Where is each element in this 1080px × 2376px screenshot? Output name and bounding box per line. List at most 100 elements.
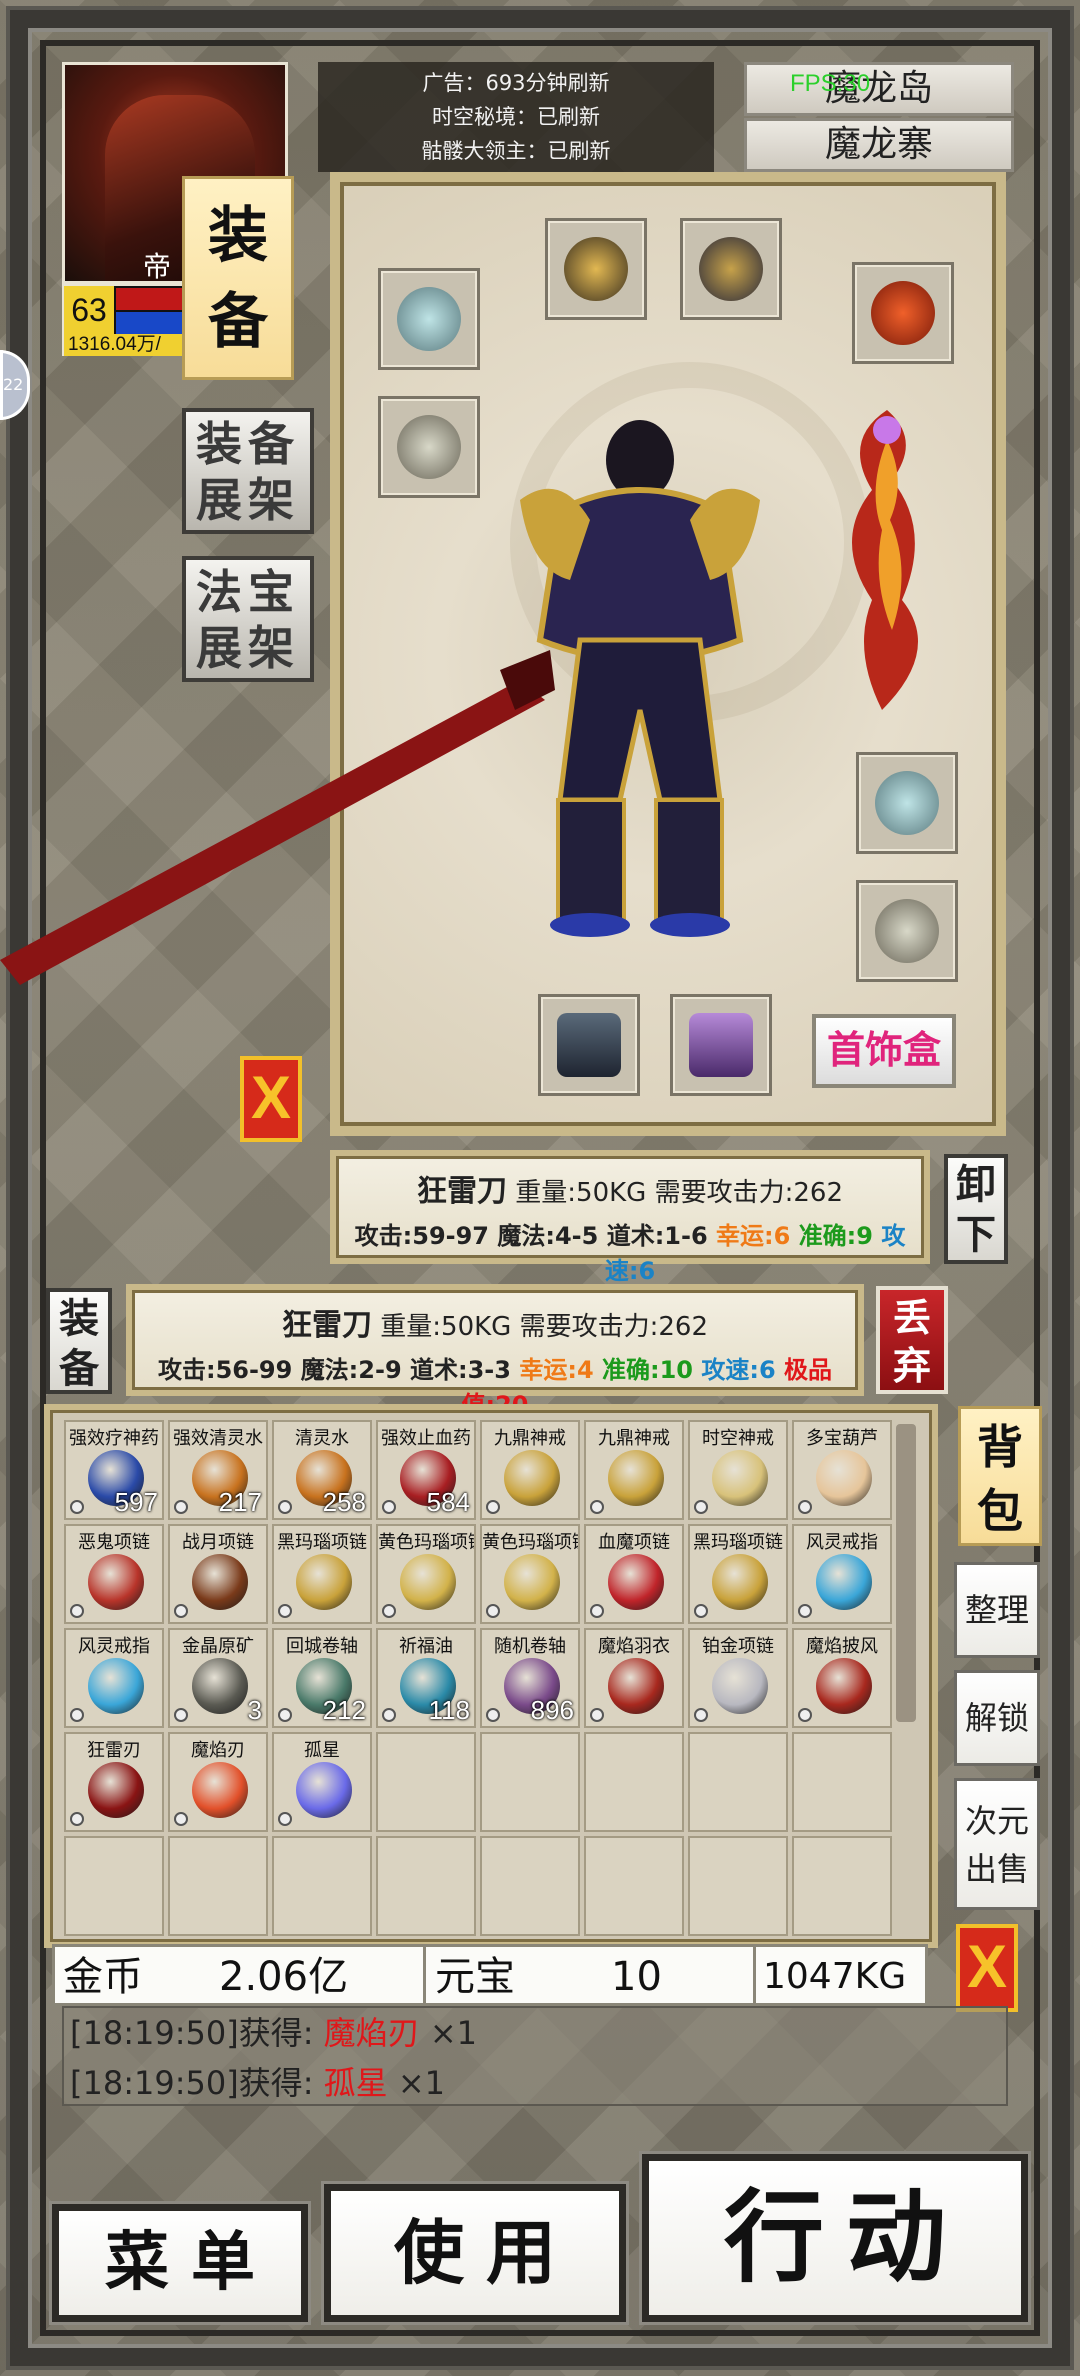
bag-slot-item[interactable]: 强效止血药 584: [376, 1420, 476, 1520]
lock-icon: [694, 1708, 708, 1722]
lock-icon: [174, 1500, 188, 1514]
lock-icon: [174, 1708, 188, 1722]
bag-slot-item[interactable]: 血魔项链: [584, 1524, 684, 1624]
slot-medal[interactable]: [852, 262, 954, 364]
notice-ad: 广告：693分钟刷新: [422, 71, 610, 95]
bag-slot-item[interactable]: 随机卷轴 896: [480, 1628, 580, 1728]
medal-icon: [871, 281, 935, 345]
bag-slot-item[interactable]: 黄色玛瑙项链: [480, 1524, 580, 1624]
menu-button[interactable]: 菜单: [52, 2204, 308, 2322]
item-name: 金晶原矿: [182, 1636, 254, 1657]
lock-icon: [486, 1708, 500, 1722]
bag-slot-empty[interactable]: [584, 1836, 684, 1936]
item-count: 118: [428, 1695, 470, 1725]
lock-icon: [382, 1500, 396, 1514]
item-icon: [816, 1658, 872, 1714]
bag-slot-item[interactable]: 魔焰披风: [792, 1628, 892, 1728]
bag-slot-item[interactable]: 魔焰羽衣: [584, 1628, 684, 1728]
bag-slot-empty[interactable]: [376, 1732, 476, 1832]
sort-button[interactable]: 整理: [954, 1562, 1040, 1658]
bag-slot-item[interactable]: 黑玛瑙项链: [688, 1524, 788, 1624]
stat-luck: 幸运:4: [519, 1356, 594, 1384]
bag-slot-empty[interactable]: [584, 1732, 684, 1832]
bracelet-icon: [397, 287, 461, 351]
equipped-item-requirement: 需要攻击力:262: [654, 1178, 843, 1208]
bag-slot-item[interactable]: 风灵戒指: [792, 1524, 892, 1624]
lock-icon: [70, 1500, 84, 1514]
item-icon: [88, 1658, 144, 1714]
item-count: 3: [247, 1695, 262, 1725]
equipped-item-title: 狂雷刀 重量:50KG 需要攻击力:262: [336, 1166, 924, 1210]
bag-slot-item[interactable]: 狂雷刃: [64, 1732, 164, 1832]
item-count: 896: [530, 1695, 574, 1725]
close-equipment-button[interactable]: X: [240, 1056, 302, 1142]
bag-slot-empty[interactable]: [792, 1836, 892, 1936]
close-bag-button[interactable]: X: [956, 1924, 1018, 2012]
log-item-name: 魔焰刃: [323, 2014, 420, 2052]
bag-scrollbar[interactable]: [896, 1424, 916, 1722]
slot-ring-right[interactable]: [856, 880, 958, 982]
inventory-grid: 强效疗神药 597 强效清灵水 217 清灵水 258 强效止血药 584 九鼎神戒 九鼎神戒 时空…: [64, 1420, 900, 1936]
lock-icon: [486, 1604, 500, 1618]
bag-slot-item[interactable]: 时空神戒: [688, 1420, 788, 1520]
bag-slot-item[interactable]: 战月项链: [168, 1524, 268, 1624]
slot-necklace[interactable]: [680, 218, 782, 320]
slot-belt[interactable]: [538, 994, 640, 1096]
move-button[interactable]: 行动: [642, 2154, 1028, 2322]
equip-item-button[interactable]: 装备: [46, 1288, 112, 1394]
bag-slot-empty[interactable]: [168, 1836, 268, 1936]
item-name: 血魔项链: [598, 1532, 670, 1553]
slot-boots[interactable]: [670, 994, 772, 1096]
map-area-name: 魔龙寨: [744, 118, 1014, 172]
jewelry-box-button[interactable]: 首饰盒: [812, 1014, 956, 1088]
bag-slot-empty[interactable]: [64, 1836, 164, 1936]
bag-slot-empty[interactable]: [480, 1732, 580, 1832]
bag-slot-item[interactable]: 孤星: [272, 1732, 372, 1832]
log-line: [18:19:50]获得: 魔焰刃 ×1: [70, 2014, 478, 2052]
item-name: 魔焰羽衣: [598, 1636, 670, 1657]
bag-slot-item[interactable]: 九鼎神戒: [584, 1420, 684, 1520]
bag-slot-empty[interactable]: [688, 1732, 788, 1832]
lock-icon: [382, 1708, 396, 1722]
lock-icon: [798, 1500, 812, 1514]
bag-slot-item[interactable]: 黑玛瑙项链: [272, 1524, 372, 1624]
bag-slot-item[interactable]: 回城卷轴 212: [272, 1628, 372, 1728]
unlock-button[interactable]: 解锁: [954, 1670, 1040, 1766]
bag-slot-empty[interactable]: [792, 1732, 892, 1832]
bag-slot-item[interactable]: 九鼎神戒: [480, 1420, 580, 1520]
bag-slot-empty[interactable]: [272, 1836, 372, 1936]
bag-slot-item[interactable]: 清灵水 258: [272, 1420, 372, 1520]
bag-slot-item[interactable]: 恶鬼项链: [64, 1524, 164, 1624]
item-count: 258: [322, 1487, 366, 1517]
tab-equipment[interactable]: 装备: [182, 176, 294, 380]
bag-slot-empty[interactable]: [376, 1836, 476, 1936]
bag-slot-item[interactable]: 多宝葫芦: [792, 1420, 892, 1520]
tab-bag[interactable]: 背包: [958, 1406, 1042, 1546]
bag-slot-item[interactable]: 魔焰刃: [168, 1732, 268, 1832]
bag-slot-item[interactable]: 黄色玛瑙项链: [376, 1524, 476, 1624]
slot-bracelet-left[interactable]: [378, 268, 480, 370]
lock-icon: [798, 1708, 812, 1722]
drop-item-button[interactable]: 丢弃: [876, 1286, 948, 1394]
map-island-name: 魔龙岛: [744, 62, 1014, 116]
bag-slot-item[interactable]: 强效疗神药 597: [64, 1420, 164, 1520]
bag-slot-empty[interactable]: [688, 1836, 788, 1936]
unequip-button[interactable]: 卸下: [944, 1154, 1008, 1264]
use-button[interactable]: 使用: [324, 2184, 626, 2322]
dimension-sell-button[interactable]: 次元出售: [954, 1778, 1040, 1910]
stat-speed: 攻速:6: [701, 1356, 776, 1384]
bag-slot-item[interactable]: 风灵戒指: [64, 1628, 164, 1728]
bag-slot-item[interactable]: 祈福油 118: [376, 1628, 476, 1728]
bag-slot-empty[interactable]: [480, 1836, 580, 1936]
slot-ring-left[interactable]: [378, 396, 480, 498]
bag-slot-item[interactable]: 金晶原矿 3: [168, 1628, 268, 1728]
lock-icon: [278, 1708, 292, 1722]
item-icon: [296, 1554, 352, 1610]
slot-helmet[interactable]: [545, 218, 647, 320]
inventory-bag: 强效疗神药 597 强效清灵水 217 清灵水 258 强效止血药 584 九鼎神戒 九鼎神戒 时空…: [44, 1404, 938, 1948]
bag-slot-item[interactable]: 强效清灵水 217: [168, 1420, 268, 1520]
bag-slot-item[interactable]: 铂金项链: [688, 1628, 788, 1728]
item-name: 强效清灵水: [173, 1428, 263, 1449]
slot-bracelet-right[interactable]: [856, 752, 958, 854]
equip-shelf-button[interactable]: 装备展架: [182, 408, 314, 534]
